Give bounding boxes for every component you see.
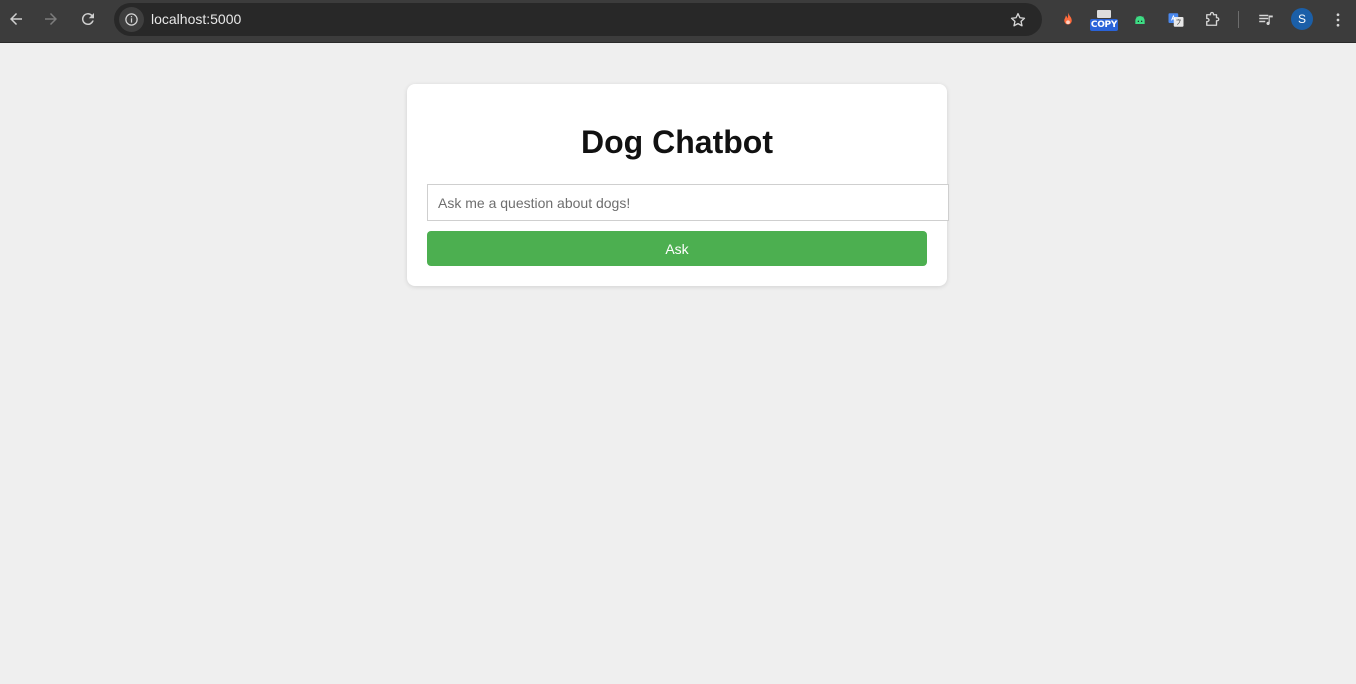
puzzle-icon: [1206, 11, 1220, 26]
site-info-button[interactable]: [119, 7, 144, 32]
translate-extension-icon: [1168, 13, 1184, 27]
forward-button[interactable]: [38, 6, 64, 32]
info-icon: [125, 13, 138, 26]
fire-extension-icon: [1064, 12, 1072, 25]
arrow-right-icon: [45, 13, 57, 25]
back-button[interactable]: [3, 6, 29, 32]
chatbot-card: Dog Chatbot Ask: [407, 84, 949, 286]
browser-menu-button[interactable]: [1326, 8, 1350, 32]
media-controls-button[interactable]: [1254, 8, 1278, 32]
url-text[interactable]: localhost:5000: [151, 11, 241, 28]
playlist-music-icon: [1259, 14, 1273, 26]
translate-extension-button[interactable]: [1164, 8, 1188, 32]
star-icon: [1010, 12, 1026, 27]
ask-button[interactable]: Ask: [427, 231, 927, 266]
bookmark-star-button[interactable]: [1008, 10, 1028, 30]
more-vertical-icon: [1336, 13, 1340, 27]
browser-toolbar: localhost:5000 COPY S: [0, 0, 1356, 43]
address-bar[interactable]: localhost:5000: [114, 3, 1042, 36]
toolbar-divider: [1238, 11, 1239, 28]
android-extension-button[interactable]: [1128, 8, 1152, 32]
copy-extension-button[interactable]: COPY: [1090, 10, 1118, 32]
reload-button[interactable]: [75, 6, 101, 32]
arrow-left-icon: [10, 13, 22, 25]
android-extension-icon: [1135, 16, 1145, 24]
reload-icon: [81, 13, 94, 26]
question-input[interactable]: [427, 184, 949, 221]
extensions-menu-button[interactable]: [1200, 8, 1224, 32]
copy-extension-label: COPY: [1090, 19, 1118, 31]
copy-extension-icon: [1097, 10, 1111, 18]
fire-extension-button[interactable]: [1056, 8, 1080, 32]
page-title: Dog Chatbot: [581, 124, 773, 160]
profile-avatar[interactable]: S: [1291, 8, 1313, 30]
